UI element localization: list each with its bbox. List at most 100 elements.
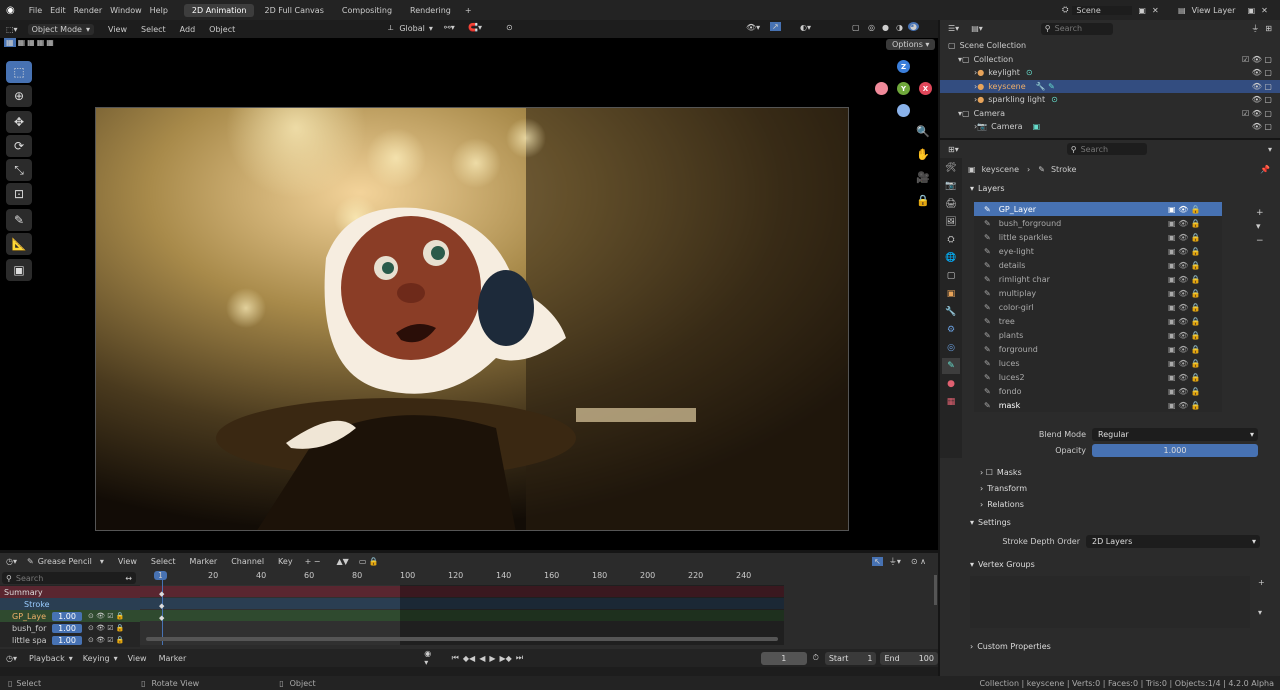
preview-range-icon[interactable]: ⏱	[813, 653, 819, 663]
gizmo-y-icon[interactable]: Y	[897, 82, 910, 95]
menu-render[interactable]: Render	[74, 6, 102, 15]
outliner-search[interactable]: ⚲ Search	[1040, 22, 1113, 35]
object-mode-dropdown[interactable]: Object Mode ▾	[27, 23, 94, 35]
props-dropdown-icon[interactable]: ▾	[1268, 145, 1272, 154]
gizmo-neg-x-icon[interactable]	[875, 82, 888, 95]
new-scene-icon[interactable]: ▣	[1138, 6, 1146, 15]
tab-rendering[interactable]: Rendering	[402, 4, 459, 17]
select-new-icon[interactable]: ▦	[4, 38, 16, 47]
shading-wireframe-icon[interactable]: ◎	[868, 23, 875, 32]
channel-layer[interactable]: bush_for 1.00 ⊙ 👁 ☑ 🔒	[0, 622, 140, 634]
zoom-icon[interactable]: 🔍	[916, 120, 930, 143]
pan-hand-icon[interactable]: ✋	[916, 143, 930, 166]
camera-view-icon[interactable]: 🎥	[916, 166, 930, 189]
pin-icon[interactable]: 📌	[1260, 165, 1270, 174]
menu-edit[interactable]: Edit	[50, 6, 66, 15]
proportional-icon[interactable]: ⊙ ∧	[911, 557, 926, 566]
options-button[interactable]: Options ▾	[886, 39, 936, 50]
layer-toggles[interactable]: ▣ 👁 🔒	[1168, 275, 1212, 284]
data-tab-icon[interactable]: ✎	[942, 358, 960, 374]
remove-scene-icon[interactable]: ✕	[1152, 6, 1159, 15]
transform-icon[interactable]: ⊡	[6, 183, 32, 205]
annotate-icon[interactable]: ✎	[6, 209, 32, 231]
layer-toggle-icons[interactable]: ⊙ 👁 ☑ 🔒	[88, 612, 124, 620]
layer-toggles[interactable]: ▣ 👁 🔒	[1168, 331, 1212, 340]
eye-icon[interactable]: 👁 ▢	[1252, 82, 1272, 91]
modifier-tab-icon[interactable]: 🔧	[942, 304, 960, 320]
snap-icon[interactable]: 🧲▾	[468, 23, 482, 32]
keyframe-area[interactable]: ◆ ◆ ◆	[140, 571, 784, 645]
ds-menu-select[interactable]: Select	[151, 557, 176, 566]
effects-tab-icon[interactable]: ⚙	[942, 322, 960, 338]
play-icon[interactable]: ▶	[489, 654, 495, 663]
shading-rendered-icon[interactable]: ◕	[908, 22, 919, 31]
output-tab-icon[interactable]: 🖨	[942, 196, 960, 212]
stroke-depth-dropdown[interactable]: 2D Layers ▾	[1086, 535, 1260, 548]
custom-properties-panel[interactable]: › Custom Properties	[970, 638, 1051, 654]
current-frame-field[interactable]: 1	[761, 651, 807, 665]
layer-menu-icon[interactable]: ▾	[1256, 220, 1264, 234]
outliner-display-icon[interactable]: ▤▾	[971, 24, 983, 33]
layer-opacity-field[interactable]: 1.00	[52, 623, 82, 633]
layer-toggles[interactable]: ▣ 👁 🔒	[1168, 289, 1212, 298]
tool-tab-icon[interactable]: 🛠	[942, 160, 960, 176]
gizmo-toggle-icon[interactable]: ↗	[770, 22, 781, 31]
keyframe-markers[interactable]: ◆ ◆ ◆	[159, 588, 164, 624]
tree-keyscene[interactable]: › ● keyscene 🔧 ✎ 👁 ▢	[940, 79, 1280, 93]
layer-toggles[interactable]: ▣ 👁 🔒	[1168, 401, 1212, 410]
layer-item[interactable]: ✎ color-girl ▣ 👁 🔒	[974, 300, 1222, 314]
arrow-up-down-icon[interactable]: ▲▼	[337, 557, 349, 566]
view-layer-selector[interactable]: View Layer	[1192, 6, 1244, 15]
pivot-icon[interactable]: ⚯▾	[444, 23, 455, 32]
settings-panel[interactable]: ▾ Settings	[970, 514, 1011, 530]
checkbox-eye-icon[interactable]: ☑ 👁 ▢	[1242, 109, 1272, 118]
tab-2d-animation[interactable]: 2D Animation	[183, 3, 255, 17]
view-layer-tab-icon[interactable]: 🖼	[942, 214, 960, 230]
transform-panel[interactable]: › Transform	[980, 480, 1027, 496]
xray-icon[interactable]: ▢	[852, 23, 860, 32]
viewport[interactable]: ⬚ ⊕ ✥ ⟳ ⤡ ⊡ ✎ 📐 ▣ Z Y X 🔍 ✋ 🎥 🔒	[0, 38, 938, 550]
navigation-gizmo[interactable]: Z Y X	[874, 58, 934, 118]
menu-playback[interactable]: Playback	[29, 654, 65, 663]
layer-item[interactable]: ✎ luces2 ▣ 👁 🔒	[974, 370, 1222, 384]
layer-item[interactable]: ✎ rimlight char ▣ 👁 🔒	[974, 272, 1222, 286]
menu-window[interactable]: Window	[110, 6, 142, 15]
vp-menu-view[interactable]: View	[108, 25, 127, 34]
material-tab-icon[interactable]: ●	[942, 376, 960, 392]
menu-marker[interactable]: Marker	[159, 654, 187, 663]
ds-menu-key[interactable]: Key	[278, 557, 293, 566]
props-editor-icon[interactable]: ⊞▾	[948, 145, 959, 154]
layer-item[interactable]: ✎ fondo ▣ 👁 🔒	[974, 384, 1222, 398]
measure-icon[interactable]: 📐	[6, 233, 32, 255]
ds-menu-view[interactable]: View	[118, 557, 137, 566]
vertex-groups-panel[interactable]: ▾ Vertex Groups	[970, 556, 1035, 572]
channel-search[interactable]: ⚲ Search ↔	[2, 572, 136, 584]
vp-menu-object[interactable]: Object	[209, 25, 235, 34]
vp-menu-select[interactable]: Select	[141, 25, 166, 34]
layer-toggle-icons[interactable]: ⊙ 👁 ☑ 🔒	[88, 636, 124, 644]
vertex-group-menu-icon[interactable]: ▾	[1258, 608, 1262, 617]
divider[interactable]	[0, 550, 938, 553]
divider[interactable]	[938, 20, 940, 676]
layer-item[interactable]: ✎ tree ▣ 👁 🔒	[974, 314, 1222, 328]
opacity-slider[interactable]: 1.000	[1092, 444, 1258, 457]
physics-tab-icon[interactable]: ◎	[942, 340, 960, 356]
rotate-icon[interactable]: ⟳	[6, 135, 32, 157]
layer-item[interactable]: ✎ multiplay ▣ 👁 🔒	[974, 286, 1222, 300]
gizmo-z-icon[interactable]: Z	[897, 60, 910, 73]
eye-icon[interactable]: 👁 ▢	[1252, 122, 1272, 131]
layer-item[interactable]: ✎ mask ▣ 👁 🔒	[974, 398, 1222, 412]
add-keyframe-icon[interactable]: + −	[305, 557, 321, 566]
tree-keylight[interactable]: › ● keylight ⊙ 👁 ▢	[940, 66, 1280, 80]
add-vertex-group-icon[interactable]: +	[1258, 578, 1265, 587]
dopesheet-mode-dropdown[interactable]: ✎ Grease Pencil ▾	[27, 557, 104, 566]
tree-sparkling-light[interactable]: › ● sparkling light ⊙ 👁 ▢	[940, 93, 1280, 107]
channel-summary[interactable]: Summary	[0, 586, 140, 598]
swap-icon[interactable]: ↔	[125, 574, 132, 583]
layer-toggles[interactable]: ▣ 👁 🔒	[1168, 373, 1212, 382]
menu-help[interactable]: Help	[150, 6, 168, 15]
layer-toggles[interactable]: ▣ 👁 🔒	[1168, 247, 1212, 256]
relations-panel[interactable]: › Relations	[980, 496, 1024, 512]
eye-icon[interactable]: 👁 ▢	[1252, 68, 1272, 77]
layer-toggle-icons[interactable]: ⊙ 👁 ☑ 🔒	[88, 624, 124, 632]
